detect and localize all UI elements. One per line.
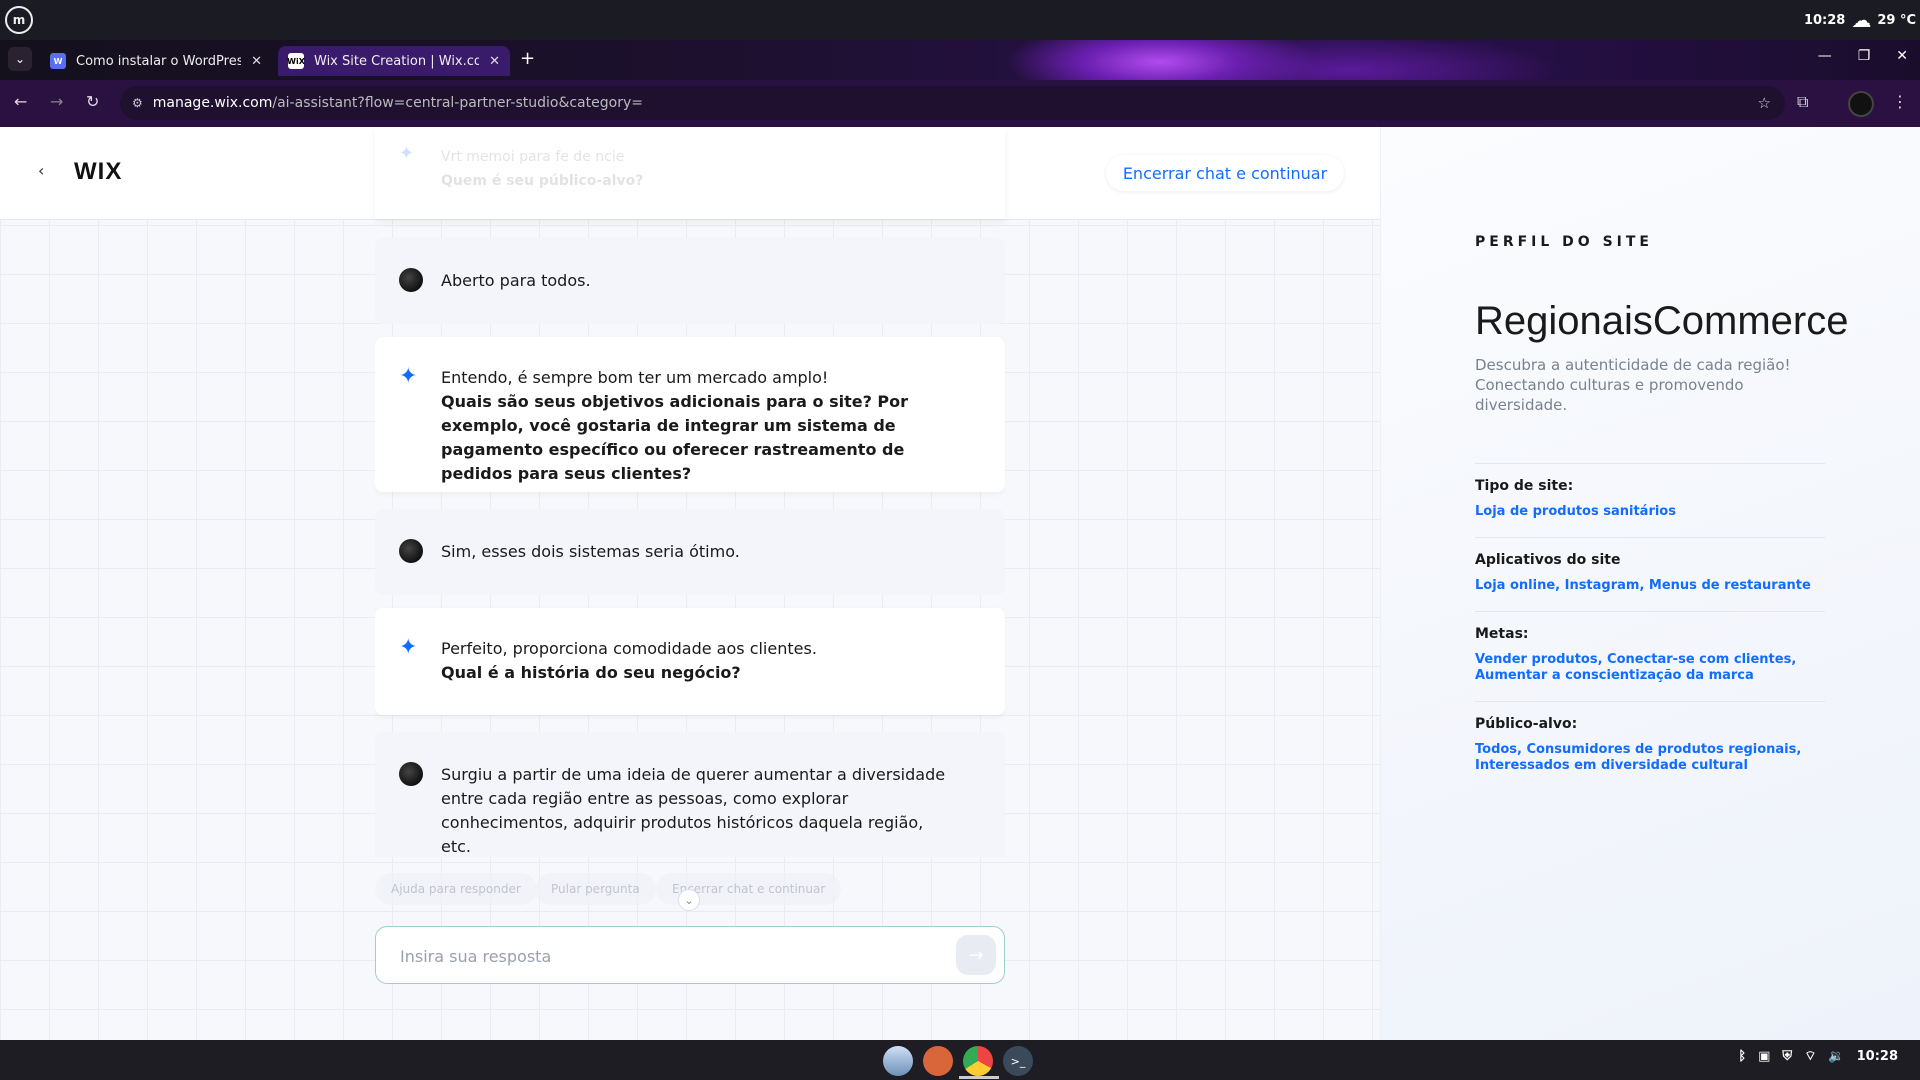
wordpress-favicon-icon: W — [50, 53, 66, 69]
terminal-icon[interactable]: >_ — [1003, 1046, 1033, 1076]
section-key: Metas: — [1475, 626, 1529, 642]
minimize-icon[interactable]: — — [1818, 48, 1832, 64]
message-text: Sim, esses dois sistemas seria ótimo. — [441, 542, 740, 561]
profile-section-audience: Público-alvo: Todos, Consumidores de pro… — [1475, 701, 1825, 791]
url-host: manage.wix.com — [152, 95, 273, 111]
profile-section-goals: Metas: Vender produtos, Conectar-se com … — [1475, 611, 1825, 701]
file-manager-icon[interactable] — [883, 1046, 913, 1076]
shield-icon[interactable]: ⛨ — [1782, 1049, 1792, 1064]
chat-message-ai: ✦ Perfeito, proporciona comodidade aos c… — [375, 608, 1005, 715]
os-weather: 29 °C — [1877, 12, 1916, 28]
scroll-down-chevron-icon[interactable]: ⌄ — [678, 889, 700, 911]
section-key: Tipo de site: — [1475, 478, 1574, 494]
ai-sparkle-icon: ✦ — [399, 143, 415, 164]
chat-message-user: Aberto para todos. — [375, 238, 1005, 324]
wifi-icon[interactable]: ⌔ — [1804, 1048, 1816, 1064]
user-avatar-icon — [399, 762, 423, 786]
browser-tab-bar: ⌄ W Como instalar o WordPress r ✕ WiX Wi… — [0, 40, 1920, 80]
extensions-puzzle-icon[interactable]: ⧉ — [1797, 92, 1808, 112]
tab-wix[interactable]: WiX Wix Site Creation | Wix.com ✕ — [278, 46, 510, 76]
close-tab-icon[interactable]: ✕ — [251, 54, 262, 69]
faded-message-text: Vrt memoi para fe de ncie Quem é seu púb… — [441, 145, 643, 193]
section-key: Público-alvo: — [1475, 716, 1578, 732]
taskbar-clock: 10:28 — [1856, 1048, 1898, 1064]
volume-icon[interactable]: 🔉 — [1828, 1049, 1844, 1064]
system-tray: ᛒ ▣ ⛨ ⌔ 🔉 10:28 — [1738, 1048, 1898, 1065]
ai-sparkle-icon: ✦ — [399, 364, 418, 389]
new-tab-plus-icon[interactable]: + — [520, 48, 535, 69]
chat-top-faded-card: ✦ Vrt memoi para fe de ncie Quem é seu p… — [375, 127, 1005, 219]
tab-search-chevron-icon[interactable]: ⌄ — [8, 47, 32, 71]
site-info-icon[interactable]: ⚙ — [132, 96, 143, 110]
site-profile-panel: PERFIL DO SITE RegionaisCommerce Descubr… — [1380, 127, 1920, 1040]
os-status: 10:28 ☁ 29 °C — [1804, 0, 1916, 40]
bookmark-star-icon[interactable]: ☆ — [1758, 94, 1771, 112]
site-name: RegionaisCommerce — [1475, 299, 1849, 343]
close-tab-icon[interactable]: ✕ — [489, 54, 500, 69]
send-arrow-button[interactable]: → — [956, 935, 996, 975]
section-value: Todos, Consumidores de produtos regionai… — [1475, 742, 1802, 773]
section-value: Loja de produtos sanitários — [1475, 504, 1676, 519]
section-key: Aplicativos do site — [1475, 552, 1621, 568]
os-top-bar: m 10:28 ☁ 29 °C — [0, 0, 1920, 40]
section-value: Vender produtos, Conectar-se com cliente… — [1475, 652, 1797, 683]
bluetooth-icon[interactable]: ᛒ — [1738, 1049, 1746, 1064]
tab-wordpress[interactable]: W Como instalar o WordPress r ✕ — [40, 46, 272, 76]
answer-input-box: → — [375, 926, 1005, 984]
tab-title: Wix Site Creation | Wix.com — [314, 53, 480, 69]
chrome-icon[interactable] — [963, 1046, 993, 1076]
os-taskbar: >_ — [0, 1040, 1920, 1080]
user-avatar-icon — [399, 268, 423, 292]
clipboard-icon[interactable]: ▣ — [1758, 1049, 1770, 1064]
faded-line-2: Quem é seu público-alvo? — [441, 173, 644, 189]
forward-arrow-icon[interactable]: → — [50, 92, 63, 111]
wix-page: ✦ Vrt memoi para fe de ncie Quem é seu p… — [0, 127, 1920, 1040]
close-window-icon[interactable]: ✕ — [1896, 48, 1908, 64]
chat-message-user: Surgiu a partir de uma ideia de querer a… — [375, 732, 1005, 857]
window-controls: — ❐ ✕ — [1818, 48, 1908, 64]
url-bar[interactable]: ⚙ manage.wix.com/ai-assistant?flow=centr… — [120, 86, 1785, 120]
os-clock: 10:28 — [1803, 12, 1846, 28]
weather-cloud-icon: ☁ — [1851, 8, 1872, 32]
os-menu-icon[interactable]: m — [5, 6, 33, 34]
restore-icon[interactable]: ❐ — [1858, 48, 1871, 64]
back-arrow-icon[interactable]: ← — [14, 92, 27, 111]
skip-question-button[interactable]: Pular pergunta — [535, 873, 656, 905]
message-intro: Perfeito, proporciona comodidade aos cli… — [441, 639, 817, 658]
profile-avatar[interactable] — [1848, 91, 1874, 117]
ai-sparkle-icon: ✦ — [399, 635, 418, 660]
chat-message-ai: ✦ Entendo, é sempre bom ter um mercado a… — [375, 337, 1005, 492]
answer-input[interactable] — [400, 943, 920, 969]
tab-title: Como instalar o WordPress r — [76, 53, 242, 69]
faded-line-1: Vrt memoi para fe de ncie — [441, 149, 625, 165]
chat-thread[interactable]: ✦ Vrt memoi para fe de ncie Quem é seu p… — [375, 127, 1005, 857]
firefox-icon[interactable] — [923, 1046, 953, 1076]
message-question: Qual é a história do seu negócio? — [441, 663, 741, 682]
browser-menu-icon[interactable]: ⋮ — [1892, 92, 1908, 111]
message-text: Surgiu a partir de uma ideia de querer a… — [441, 765, 946, 856]
reload-icon[interactable]: ↻ — [86, 92, 99, 111]
profile-section-apps: Aplicativos do site Loja online, Instagr… — [1475, 537, 1825, 611]
message-intro: Entendo, é sempre bom ter um mercado amp… — [441, 368, 829, 387]
wix-favicon-icon: WiX — [287, 53, 305, 69]
message-text: Perfeito, proporciona comodidade aos cli… — [441, 637, 955, 685]
profile-label: PERFIL DO SITE — [1475, 234, 1653, 250]
wix-logo[interactable]: WIX — [74, 158, 122, 186]
end-chat-button[interactable]: Encerrar chat e continuar — [1106, 155, 1344, 191]
user-avatar-icon — [399, 539, 423, 563]
url-path: /ai-assistant?flow=central-partner-studi… — [272, 95, 643, 111]
help-answer-button[interactable]: Ajuda para responder — [375, 873, 537, 905]
site-description: Descubra a autenticidade de cada região!… — [1475, 356, 1791, 414]
active-app-indicator — [959, 1076, 999, 1079]
chat-message-user: Sim, esses dois sistemas seria ótimo. — [375, 509, 1005, 595]
section-value: Loja online, Instagram, Menus de restaur… — [1475, 578, 1811, 593]
profile-section-type: Tipo de site: Loja de produtos sanitário… — [1475, 463, 1825, 537]
browser-toolbar: ← → ↻ ⚙ manage.wix.com/ai-assistant?flow… — [0, 80, 1920, 127]
back-chevron-icon[interactable]: ‹ — [38, 161, 44, 180]
message-text: Entendo, é sempre bom ter um mercado amp… — [441, 366, 955, 486]
message-text: Aberto para todos. — [441, 271, 591, 290]
message-question: Quais são seus objetivos adicionais para… — [441, 392, 909, 483]
